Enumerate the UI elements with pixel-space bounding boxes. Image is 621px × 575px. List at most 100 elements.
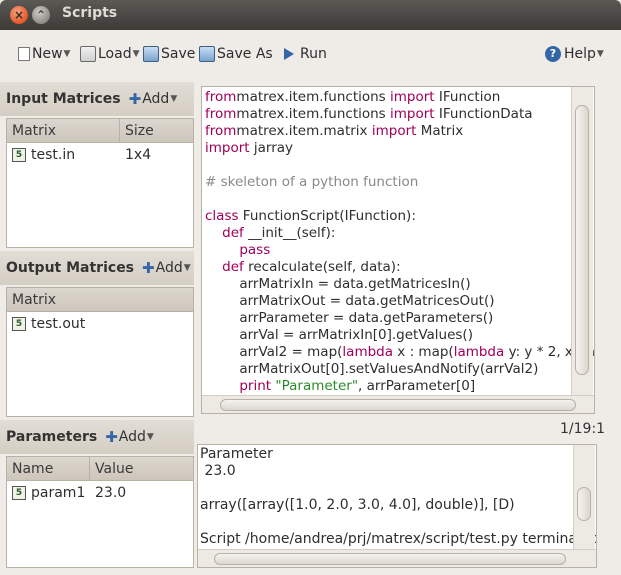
load-icon [80, 46, 96, 62]
code-editor[interactable]: frommatrex.item.functions import IFuncti… [201, 86, 595, 414]
help-icon: ? [545, 46, 561, 62]
code-line[interactable]: arrVal2 = map(lambda x : map(lambda y: y… [205, 344, 594, 361]
code-line[interactable]: class FunctionScript(IFunction): [205, 208, 594, 225]
code-token: arrVal2 = map( [205, 344, 343, 360]
minimize-window-button[interactable]: ⌃ [32, 6, 50, 24]
toolbar: New ▼ Load ▼ Save Save As Run ? Help ▼ [0, 30, 621, 78]
run-icon [284, 48, 294, 60]
code-token: x : map( [393, 344, 454, 360]
code-token: "Parameter" [275, 378, 359, 394]
parameters-table: Name Value 5 param1 23.0 [6, 456, 194, 568]
code-line[interactable]: arrMatrixIn = data.getMatricesIn() [205, 276, 594, 293]
code-token: arrParameter = data.getParameters() [205, 310, 494, 326]
close-window-button[interactable]: × [10, 6, 28, 24]
code-token: import [390, 106, 435, 122]
chevron-down-icon: ▼ [170, 94, 178, 104]
code-token: matrex.item.matrix [236, 123, 372, 139]
code-token: matrex.item.functions [236, 106, 391, 122]
add-label: Add [142, 91, 170, 107]
code-line[interactable]: pass [205, 242, 594, 259]
window-title: Scripts [62, 5, 118, 21]
code-line[interactable]: # skeleton of a python function [205, 174, 594, 191]
table-row[interactable]: 5 param1 23.0 [7, 481, 193, 505]
input-matrices-heading: Input Matrices [6, 91, 121, 107]
code-token: , arrParameter[0] [358, 378, 476, 394]
code-text[interactable]: frommatrex.item.functions import IFuncti… [205, 89, 594, 412]
code-line[interactable]: frommatrex.item.matrix import Matrix [205, 123, 594, 140]
code-line[interactable] [205, 157, 594, 174]
table-row[interactable]: 5 test.out [7, 312, 193, 336]
column-header-size[interactable]: Size [120, 119, 193, 142]
code-line[interactable]: print "Parameter", arrParameter[0] [205, 378, 594, 395]
code-line[interactable] [205, 191, 594, 208]
input-matrices-table: Matrix Size 5 test.in 1x4 [6, 118, 194, 248]
matrix-file-icon: 5 [12, 317, 26, 331]
parameters-heading: Parameters [6, 429, 98, 445]
code-token: lambda [342, 344, 394, 360]
code-line[interactable]: frommatrex.item.functions import IFuncti… [205, 89, 594, 106]
new-button[interactable]: New ▼ [18, 44, 70, 64]
table-header: Matrix [7, 288, 193, 312]
save-as-button[interactable]: Save As [199, 44, 273, 64]
code-line[interactable]: arrVal = arrMatrixIn[0].getValues() [205, 327, 594, 344]
help-button[interactable]: ? Help ▼ [545, 44, 604, 64]
scrollbar-thumb[interactable] [575, 105, 589, 375]
code-token: from [205, 89, 237, 105]
save-button[interactable]: Save [143, 44, 195, 64]
column-header-value[interactable]: Value [90, 457, 193, 480]
code-token: import [371, 123, 417, 139]
load-button[interactable]: Load ▼ [80, 44, 140, 64]
save-as-label: Save As [217, 46, 273, 62]
output-text: Parameter 23.0 array([array([1.0, 2.0, 3… [200, 446, 596, 548]
plus-icon: ✚ [142, 259, 155, 277]
code-token: import [390, 89, 435, 105]
table-header: Matrix Size [7, 119, 193, 143]
add-input-matrix-button[interactable]: ✚ Add ▼ [129, 90, 178, 108]
parameters-header: Parameters ✚ Add ▼ [0, 420, 194, 454]
column-header-matrix[interactable]: Matrix [7, 288, 193, 311]
table-row[interactable]: 5 test.in 1x4 [7, 143, 193, 167]
save-icon [143, 46, 159, 62]
parameter-icon: 5 [12, 486, 26, 500]
code-token: FunctionScript(IFunction): [238, 208, 416, 224]
code-line[interactable]: def __init__(self): [205, 225, 594, 242]
parameter-name: param1 [31, 485, 86, 501]
output-horizontal-scrollbar[interactable] [198, 549, 596, 567]
code-line[interactable]: arrParameter = data.getParameters() [205, 310, 594, 327]
code-token: lambda [453, 344, 505, 360]
code-token: arrVal = arrMatrixIn[0].getValues() [205, 327, 473, 343]
output-matrices-heading: Output Matrices [6, 260, 135, 276]
matrix-size: 1x4 [125, 147, 152, 163]
editor-vertical-scrollbar[interactable] [571, 87, 593, 397]
column-header-name[interactable]: Name [7, 457, 90, 480]
code-token: arrMatrixIn = data.getMatricesIn() [205, 276, 471, 292]
code-line[interactable]: arrMatrixOut[0].setValuesAndNotify(arrVa… [205, 361, 594, 378]
scrollbar-thumb[interactable] [577, 487, 591, 521]
code-line[interactable]: def recalculate(self, data): [205, 259, 594, 276]
code-line[interactable]: frommatrex.item.functions import IFuncti… [205, 106, 594, 123]
chevron-down-icon: ▼ [183, 263, 191, 273]
column-header-matrix[interactable]: Matrix [7, 119, 120, 142]
code-token: pass [239, 242, 271, 258]
add-parameter-button[interactable]: ✚ Add ▼ [105, 428, 154, 446]
output-vertical-scrollbar[interactable] [573, 445, 595, 551]
output-console[interactable]: Parameter 23.0 array([array([1.0, 2.0, 3… [197, 444, 597, 568]
add-output-matrix-button[interactable]: ✚ Add ▼ [142, 259, 191, 277]
scrollbar-thumb[interactable] [214, 553, 566, 565]
chevron-down-icon: ▼ [63, 49, 71, 59]
code-token: jarray [249, 140, 294, 156]
chevron-down-icon: ▼ [146, 432, 154, 442]
code-token: # skeleton of a python function [205, 174, 419, 190]
add-label: Add [118, 429, 146, 445]
editor-horizontal-scrollbar[interactable] [202, 395, 594, 413]
parameter-value: 23.0 [95, 485, 127, 501]
code-token: Matrix [416, 123, 464, 139]
code-line[interactable]: import jarray [205, 140, 594, 157]
scrollbar-thumb[interactable] [220, 399, 576, 411]
run-button[interactable]: Run [284, 44, 327, 64]
code-line[interactable]: arrMatrixOut = data.getMatricesOut() [205, 293, 594, 310]
